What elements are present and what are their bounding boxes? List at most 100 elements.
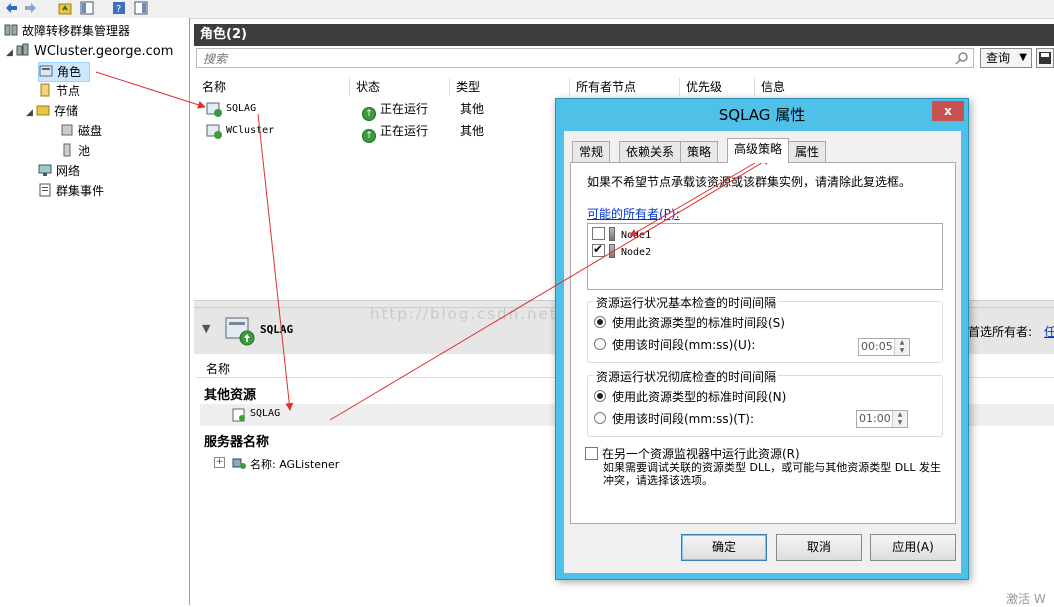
navigation-tree: 故障转移群集管理器 ◢ WCluster.george.com 角色 节点 ◢ 存储…	[0, 18, 190, 605]
tree-storage-label: 存储	[54, 104, 79, 118]
search-icon[interactable]	[955, 51, 969, 65]
basic-opt-custom[interactable]: 使用该时间段(mm:ss)(U):	[594, 336, 755, 353]
tree-item-nodes[interactable]: 节点	[38, 82, 80, 100]
thorough-check-group: 资源运行状况彻底检查的时间间隔 使用此资源类型的标准时间段(N) 使用该时间段(…	[587, 368, 943, 437]
tree-item-cluster[interactable]: ◢ WCluster.george.com	[6, 42, 173, 60]
tab-policies[interactable]: 策略	[680, 141, 719, 162]
cluster-icon	[16, 43, 29, 56]
column-header-owner-node[interactable]: 所有者节点	[570, 78, 680, 96]
collapse-triangle-icon[interactable]: ◢	[6, 44, 16, 62]
corner-text: 激活 W	[1006, 592, 1046, 606]
basic-opt-standard[interactable]: 使用此资源类型的标准时间段(S)	[594, 314, 785, 331]
tree-roles-label: 角色	[57, 65, 82, 79]
cluster-manager-icon	[4, 24, 18, 36]
tree-item-disks[interactable]: 磁盘	[60, 122, 102, 140]
basic-interval-spinner[interactable]: 00:05 ▲ ▼	[858, 338, 910, 356]
back-arrow-icon[interactable]	[4, 1, 18, 15]
radio-icon[interactable]	[594, 412, 606, 424]
collapse-chevron-icon[interactable]: ▼	[202, 322, 210, 335]
ok-button[interactable]: 确定	[681, 534, 767, 561]
thorough-opt-custom[interactable]: 使用该时间段(mm:ss)(T):	[594, 410, 754, 427]
roles-header: 角色(2)	[194, 24, 1054, 46]
preferred-owners-link[interactable]: 任	[1044, 323, 1054, 340]
thorough-opt-standard-label: 使用此资源类型的标准时间段(N)	[612, 390, 787, 404]
query-label: 查询	[986, 51, 1011, 65]
dialog-title: SQLAG 属性	[718, 106, 806, 124]
properties-dialog: SQLAG 属性 x 常规 依赖关系 策略 高级策略 属性 如果不希望节点承载该…	[555, 98, 969, 580]
node1-checkbox[interactable]	[592, 227, 605, 240]
tree-item-storage[interactable]: ◢ 存储	[26, 102, 78, 120]
thorough-interval-spinner[interactable]: 01:00 ▲ ▼	[856, 410, 908, 428]
save-icon	[1039, 52, 1051, 64]
row-type: 其他	[460, 102, 485, 116]
row-status: ↑ 正在运行	[362, 99, 428, 121]
separate-monitor-label: 在另一个资源监视器中运行此资源(R)	[602, 447, 800, 461]
storage-folder-icon	[36, 105, 50, 116]
tree-cluster-label: WCluster.george.com	[34, 44, 174, 59]
radio-selected-icon[interactable]	[594, 390, 606, 402]
server-name-text: 名称: AGListener	[250, 458, 340, 471]
column-header-priority[interactable]: 优先级	[680, 78, 755, 96]
other-resources-section: 其他资源	[204, 388, 257, 403]
forward-arrow-icon[interactable]	[24, 1, 38, 15]
expand-plus-icon[interactable]: +	[214, 457, 225, 468]
thorough-opt-standard[interactable]: 使用此资源类型的标准时间段(N)	[594, 388, 786, 405]
tree-item-networks[interactable]: 网络	[38, 162, 80, 180]
top-toolbar: ?	[0, 0, 1054, 19]
query-button[interactable]: 查询 ▼	[980, 48, 1032, 68]
column-header-type[interactable]: 类型	[450, 78, 570, 96]
tree-item-pools[interactable]: 池	[60, 142, 90, 160]
show-action-pane-icon[interactable]	[134, 1, 148, 15]
possible-owners-list[interactable]: Node1 ✔ Node2	[587, 223, 943, 290]
row-name: SQLAG	[226, 103, 257, 114]
radio-selected-icon[interactable]	[594, 316, 606, 328]
role-large-icon	[225, 317, 255, 346]
watermark-text: http://blog.csdn.net/	[370, 305, 565, 323]
radio-icon[interactable]	[594, 338, 606, 350]
owner-node2[interactable]: ✔ Node2	[592, 242, 652, 259]
show-hide-tree-icon[interactable]	[80, 1, 94, 15]
apply-button[interactable]: 应用(A)	[870, 534, 956, 561]
cancel-button[interactable]: 取消	[776, 534, 862, 561]
server-icon	[609, 227, 615, 241]
row-status: ↑ 正在运行	[362, 121, 428, 143]
possible-owners-label: 可能的所有者(P):	[587, 207, 680, 221]
tree-pools-label: 池	[78, 144, 91, 158]
tab-properties[interactable]: 属性	[788, 141, 827, 162]
nodes-icon	[40, 83, 50, 97]
disk-icon	[61, 124, 73, 136]
basic-check-title: 资源运行状况基本检查的时间间隔	[594, 294, 779, 311]
tab-advanced-policies[interactable]: 高级策略	[727, 138, 790, 163]
close-button[interactable]: x	[932, 101, 964, 121]
tab-general[interactable]: 常规	[572, 141, 611, 162]
column-header-info[interactable]: 信息	[755, 78, 1054, 96]
search-input[interactable]	[201, 50, 945, 68]
basic-opt-custom-label: 使用该时间段(mm:ss)(U):	[612, 338, 756, 352]
node2-checkbox[interactable]: ✔	[592, 242, 605, 257]
help-icon[interactable]: ?	[112, 1, 126, 15]
column-header-name[interactable]: 名称	[196, 78, 350, 96]
preferred-owners-label: 首选所有者:	[968, 325, 1033, 339]
tree-item-root[interactable]: 故障转移群集管理器	[4, 22, 130, 40]
separate-monitor-checkbox[interactable]	[585, 447, 598, 460]
tree-item-events[interactable]: 群集事件	[38, 182, 104, 200]
save-query-button[interactable]	[1036, 48, 1054, 68]
search-box[interactable]	[196, 48, 974, 68]
separate-monitor-option[interactable]: 在另一个资源监视器中运行此资源(R)	[585, 445, 800, 462]
folder-up-icon[interactable]	[58, 1, 72, 15]
events-icon	[39, 183, 51, 197]
chevron-down-icon: ▼	[1019, 52, 1027, 63]
tree-item-roles[interactable]: 角色	[38, 62, 90, 82]
spinner-arrows-icon[interactable]: ▲ ▼	[894, 339, 909, 355]
column-header-status[interactable]: 状态	[350, 78, 450, 96]
collapse-triangle-icon[interactable]: ◢	[26, 104, 36, 122]
owner-node1[interactable]: Node1	[592, 226, 651, 242]
network-icon	[38, 164, 52, 176]
node2-label: Node2	[621, 247, 652, 258]
svg-text:?: ?	[116, 4, 121, 15]
resource-icon	[232, 408, 245, 422]
spinner-arrows-icon[interactable]: ▲ ▼	[892, 411, 907, 427]
node1-label: Node1	[621, 230, 652, 241]
tab-dependencies[interactable]: 依赖关系	[619, 141, 682, 162]
basic-check-group: 资源运行状况基本检查的时间间隔 使用此资源类型的标准时间段(S) 使用该时间段(…	[587, 294, 943, 363]
